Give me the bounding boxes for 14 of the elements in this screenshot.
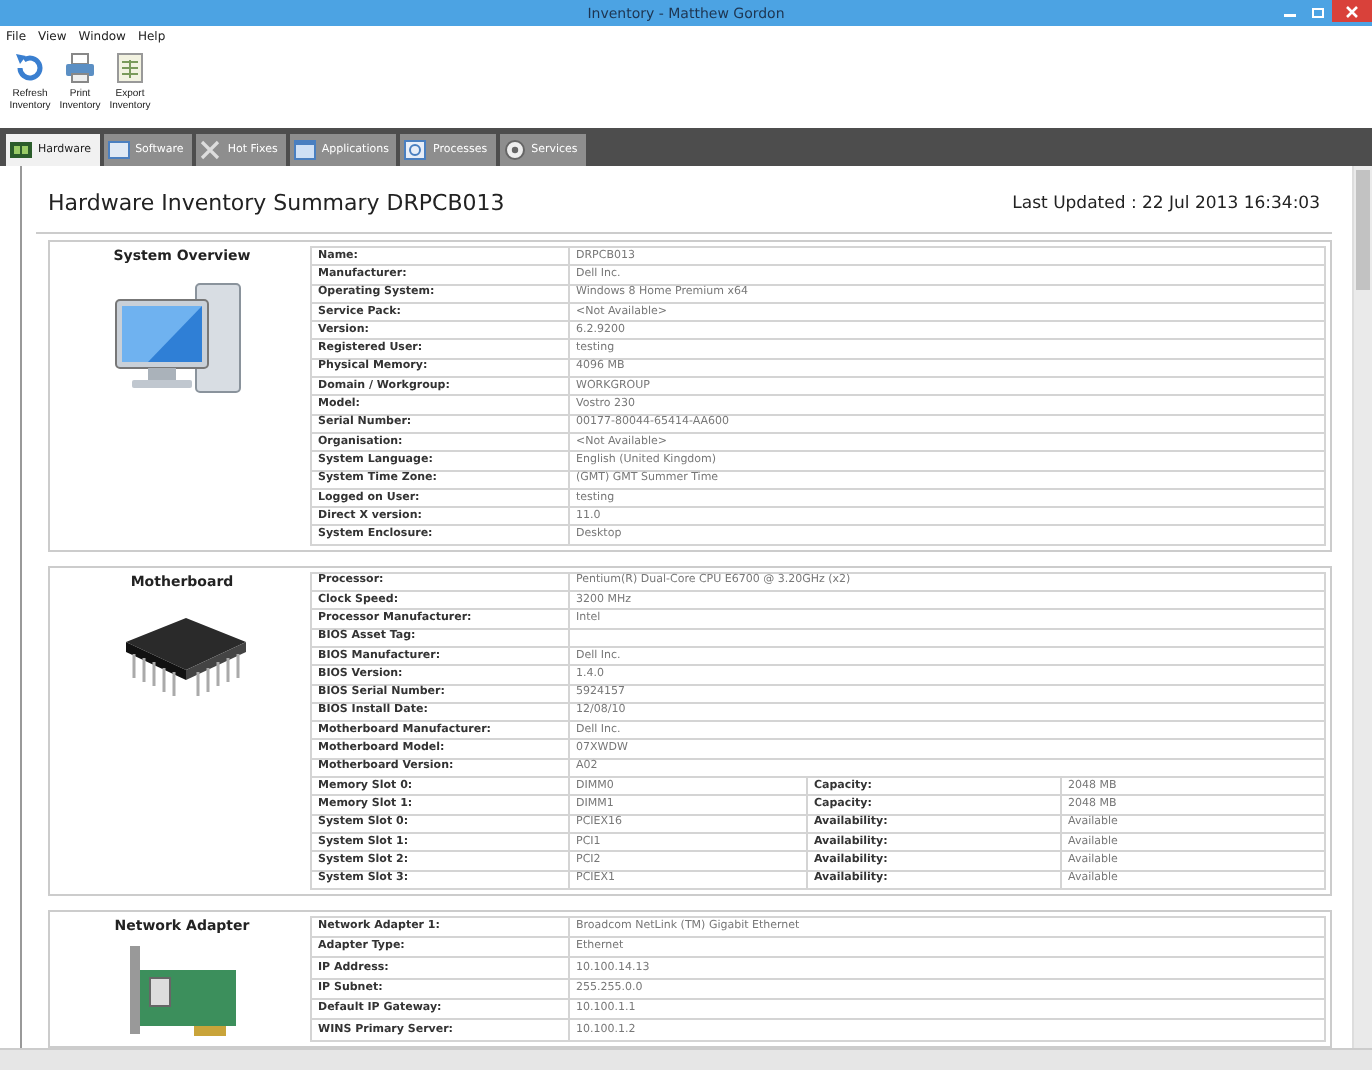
spreadsheet-icon — [112, 50, 148, 86]
applications-icon — [293, 140, 316, 160]
processes-icon — [404, 140, 427, 160]
hardware-icon — [10, 140, 32, 160]
close-button[interactable] — [1332, 0, 1372, 22]
refresh-icon — [12, 50, 48, 86]
page-heading: Hardware Inventory Summary DRPCB013 — [48, 190, 505, 216]
last-updated: Last Updated : 22 Jul 2013 16:34:03 — [1012, 193, 1320, 213]
software-icon — [107, 140, 130, 160]
scrollbar[interactable] — [1352, 166, 1372, 1048]
services-icon — [503, 140, 526, 160]
close-icon — [1344, 3, 1360, 19]
restore-icon — [1310, 3, 1326, 19]
hotfix-icon — [199, 140, 222, 160]
